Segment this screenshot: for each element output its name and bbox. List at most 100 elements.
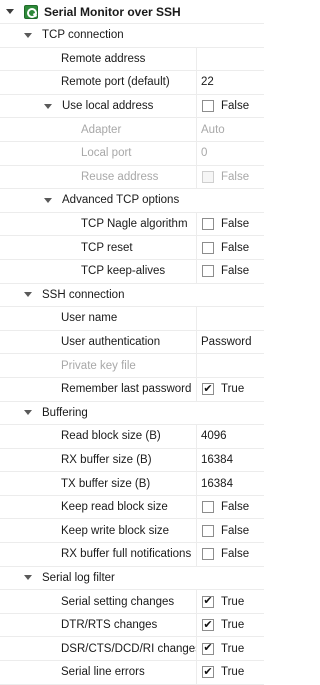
collapse-arrow-icon[interactable] xyxy=(44,197,52,203)
property-value-cell: Auto xyxy=(198,118,264,141)
collapse-arrow-icon[interactable] xyxy=(44,103,52,109)
property-value-cell[interactable]: 16384 xyxy=(198,472,264,495)
property-name-cell: Serial log filter xyxy=(0,567,197,590)
property-name-cell: SSH connection xyxy=(0,284,197,307)
property-label: User name xyxy=(61,312,118,325)
collapse-arrow-icon[interactable] xyxy=(24,575,32,581)
property-value: False xyxy=(221,170,250,183)
property-row-read-block-size-b[interactable]: Read block size (B) 4096 xyxy=(0,425,264,449)
property-row-dsr-cts-dcd-ri-changes[interactable]: DSR/CTS/DCD/RI changes ✔ True xyxy=(0,637,264,662)
property-value-cell[interactable]: False xyxy=(198,496,264,519)
property-name-cell: Advanced TCP options xyxy=(0,189,197,212)
property-label: Buffering xyxy=(42,406,88,419)
property-name-cell: DTR/RTS changes xyxy=(0,613,197,637)
checkbox-unchecked-icon[interactable] xyxy=(202,265,214,278)
checkbox-unchecked-icon[interactable] xyxy=(202,548,214,561)
property-row-remember-last-password[interactable]: Remember last password ✔ True xyxy=(0,377,264,402)
property-value-cell[interactable]: ✔ True xyxy=(198,637,264,660)
property-name-cell: Keep read block size xyxy=(0,495,197,519)
property-label: DTR/RTS changes xyxy=(61,619,158,632)
property-row-remote-address[interactable]: Remote address xyxy=(0,47,264,72)
property-value-cell[interactable]: False xyxy=(198,236,264,259)
property-label: Use local address xyxy=(62,100,154,113)
property-value-cell[interactable]: ✔ True xyxy=(198,614,264,637)
checkbox-checked-icon[interactable]: ✔ xyxy=(202,619,214,632)
property-row-serial-line-errors[interactable]: Serial line errors ✔ True xyxy=(0,661,264,685)
collapse-arrow-icon[interactable] xyxy=(24,410,32,416)
checkbox-checked-icon[interactable]: ✔ xyxy=(202,595,214,608)
property-row-dtr-rts-changes[interactable]: DTR/RTS changes ✔ True xyxy=(0,613,264,638)
property-value: False xyxy=(221,100,250,113)
property-label: TX buffer size (B) xyxy=(61,477,151,490)
checkbox-unchecked-icon[interactable] xyxy=(202,524,214,537)
property-row-user-authentication[interactable]: User authentication Password xyxy=(0,330,264,355)
property-value-cell[interactable]: False xyxy=(198,519,264,542)
checkbox-checked-icon[interactable]: ✔ xyxy=(202,666,214,679)
property-row-keep-read-block-size[interactable]: Keep read block size False xyxy=(0,495,264,520)
property-value-cell[interactable]: 22 xyxy=(198,71,264,94)
property-label: TCP Nagle algorithm xyxy=(81,218,188,231)
property-value: 4096 xyxy=(201,430,227,443)
property-row-rx-buffer-full-notifications[interactable]: RX buffer full notifications False xyxy=(0,543,264,567)
property-row-tcp-nagle-algorithm[interactable]: TCP Nagle algorithm False xyxy=(0,212,264,237)
property-row-tcp-reset[interactable]: TCP reset False xyxy=(0,236,264,260)
property-value: True xyxy=(221,595,245,608)
group-buffering[interactable]: Buffering xyxy=(0,402,264,426)
property-row-rx-buffer-size-b[interactable]: RX buffer size (B) 16384 xyxy=(0,448,264,473)
group-ssh-connection[interactable]: SSH connection xyxy=(0,284,264,308)
property-value-cell[interactable]: ✔ True xyxy=(198,661,264,684)
property-row-local-port[interactable]: Local port 0 xyxy=(0,141,264,166)
group-advanced-tcp-options[interactable]: Advanced TCP options xyxy=(0,189,264,213)
property-value-cell[interactable]: 4096 xyxy=(198,425,264,448)
checkbox-unchecked-icon[interactable] xyxy=(202,218,214,231)
root-title: Serial Monitor over SSH xyxy=(44,4,181,19)
checkbox-checked-icon[interactable]: ✔ xyxy=(202,383,214,396)
property-row-private-key-file[interactable]: Private key file xyxy=(0,354,264,378)
property-label: TCP connection xyxy=(42,29,124,42)
property-value-cell[interactable]: False xyxy=(198,95,264,118)
property-row-tx-buffer-size-b[interactable]: TX buffer size (B) 16384 xyxy=(0,472,264,496)
checkbox-checked-icon[interactable]: ✔ xyxy=(202,642,214,655)
checkbox-unchecked-icon[interactable] xyxy=(202,501,214,514)
property-label: DSR/CTS/DCD/RI changes xyxy=(61,642,197,655)
property-label: RX buffer size (B) xyxy=(61,453,152,466)
property-row-use-local-address[interactable]: Use local address False xyxy=(0,94,264,119)
property-value-cell[interactable]: False xyxy=(198,213,264,236)
property-value-cell[interactable] xyxy=(198,48,264,71)
property-row-adapter[interactable]: Adapter Auto xyxy=(0,118,264,142)
property-row-serial-setting-changes[interactable]: Serial setting changes ✔ True xyxy=(0,590,264,614)
property-name-cell: RX buffer size (B) xyxy=(0,448,197,472)
property-value-cell[interactable]: Password xyxy=(198,331,264,354)
property-name-cell: Local port xyxy=(0,141,197,165)
property-row-tcp-keep-alives[interactable]: TCP keep-alives False xyxy=(0,259,264,284)
root-header[interactable]: Serial Monitor over SSH xyxy=(0,0,264,24)
collapse-arrow-icon[interactable] xyxy=(6,9,14,14)
property-name-cell: Serial setting changes xyxy=(0,590,197,613)
checkbox-unchecked-icon[interactable] xyxy=(202,100,214,113)
checkbox-unchecked-icon[interactable] xyxy=(202,241,214,254)
property-row-reuse-address[interactable]: Reuse address False xyxy=(0,165,264,190)
group-serial-log-filter[interactable]: Serial log filter xyxy=(0,567,264,591)
property-value-cell[interactable]: ✔ True xyxy=(198,378,264,401)
property-value-cell[interactable]: ✔ True xyxy=(198,590,264,613)
property-name-cell: Use local address xyxy=(0,94,197,118)
property-label: Serial setting changes xyxy=(61,595,175,608)
property-value: Password xyxy=(201,336,252,349)
property-label: Remote address xyxy=(61,52,146,65)
property-label: TCP reset xyxy=(81,241,133,254)
collapse-arrow-icon[interactable] xyxy=(24,292,32,298)
property-row-user-name[interactable]: User name xyxy=(0,307,264,331)
property-name-cell: TCP connection xyxy=(0,24,197,47)
property-value: False xyxy=(221,501,250,514)
group-tcp-connection[interactable]: TCP connection xyxy=(0,24,264,48)
property-row-remote-port-default[interactable]: Remote port (default) 22 xyxy=(0,71,264,95)
property-value-cell[interactable]: False xyxy=(198,260,264,283)
property-value-cell[interactable]: False xyxy=(198,543,264,566)
checkbox-unchecked-icon xyxy=(202,170,214,183)
property-value-cell[interactable]: 16384 xyxy=(198,449,264,472)
property-row-keep-write-block-size[interactable]: Keep write block size False xyxy=(0,519,264,544)
property-name-cell: DSR/CTS/DCD/RI changes xyxy=(0,637,197,661)
property-value: 22 xyxy=(201,76,214,89)
collapse-arrow-icon[interactable] xyxy=(24,32,32,38)
property-value-cell[interactable] xyxy=(198,307,264,330)
